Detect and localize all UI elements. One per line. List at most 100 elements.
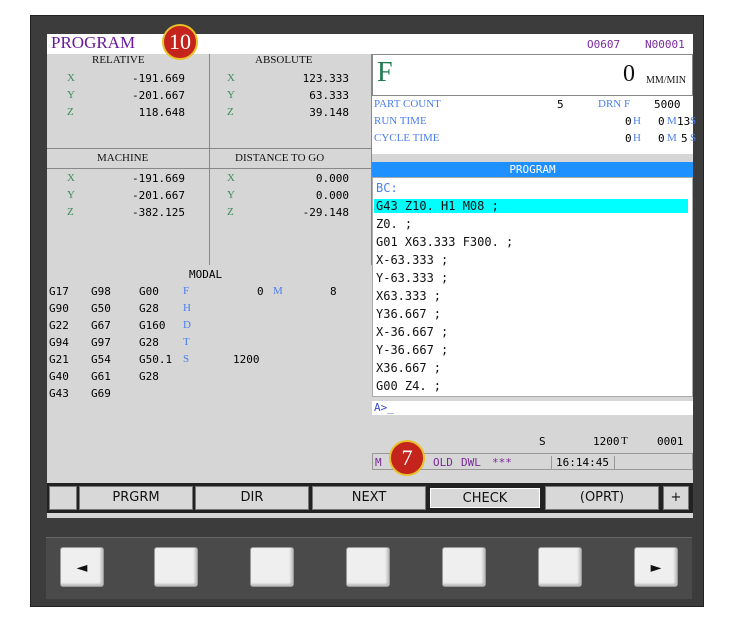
modal-gcode: G17	[49, 285, 69, 298]
modal-f-label: F	[183, 285, 190, 297]
modal-gcode: G160	[139, 319, 166, 332]
hw-softkey-3[interactable]	[346, 547, 390, 587]
distance-y-axis: Y	[227, 189, 235, 201]
absolute-x-value: 123.333	[302, 72, 349, 85]
cycle-time-label: CYCLE TIME	[374, 132, 440, 144]
run-minutes: 0	[658, 115, 665, 128]
program-line[interactable]: G01 X63.333 F300. ;	[376, 235, 513, 249]
hardware-softkey-row: ◄ ►	[46, 537, 692, 599]
relative-z-value: 118.648	[138, 106, 185, 119]
absolute-x-axis: X	[227, 72, 235, 84]
hw-softkey-5[interactable]	[538, 547, 582, 587]
program-line[interactable]: X-63.333 ;	[376, 253, 448, 267]
machine-z-axis: Z	[67, 206, 74, 218]
program-line[interactable]: X36.667 ;	[376, 361, 441, 375]
part-count-label: PART COUNT	[374, 98, 441, 110]
cycle-hours: 0	[625, 132, 632, 145]
distance-title: DISTANCE TO GO	[235, 152, 325, 164]
absolute-y-axis: Y	[227, 89, 235, 101]
clock-time: 16:14:45	[551, 456, 615, 469]
softkey-check[interactable]: CHECK	[428, 486, 542, 510]
program-line[interactable]: X63.333 ;	[376, 289, 441, 303]
relative-x-value: -191.669	[132, 72, 185, 85]
distance-z-axis: Z	[227, 206, 234, 218]
softkey-bar: PRGRM DIR NEXT CHECK (OPRT) +	[47, 483, 693, 513]
softkey-dir[interactable]: DIR	[195, 486, 309, 510]
relative-y-value: -201.667	[132, 89, 185, 102]
machine-x-axis: X	[67, 172, 75, 184]
hw-softkey-2[interactable]	[250, 547, 294, 587]
softkey-prgrm[interactable]: PRGRM	[79, 486, 193, 510]
program-line[interactable]: BC:	[376, 181, 398, 195]
machine-title: MACHINE	[97, 152, 149, 164]
program-line[interactable]: G00 Z4. ;	[376, 379, 441, 393]
distance-x-value: 0.000	[315, 172, 349, 185]
input-line[interactable]: A>_	[372, 401, 693, 415]
softkey-next-menu[interactable]: +	[663, 486, 689, 510]
program-line[interactable]: Y36.667 ;	[376, 307, 441, 321]
program-line[interactable]: Z0. ;	[376, 217, 412, 231]
modal-gcode: G67	[91, 319, 111, 332]
modal-gcode: G98	[91, 285, 111, 298]
sequence-number: N00001	[645, 38, 685, 51]
machine-x-value: -191.669	[132, 172, 185, 185]
distance-x-axis: X	[227, 172, 235, 184]
modal-gcode: G28	[139, 302, 159, 315]
hw-softkey-4[interactable]	[442, 547, 486, 587]
cycle-seconds: 5	[681, 132, 688, 145]
modal-gcode: G40	[49, 370, 69, 383]
program-line[interactable]: Y-36.667 ;	[376, 343, 448, 357]
modal-gcode: G61	[91, 370, 111, 383]
run-seconds: 13	[677, 115, 691, 128]
mode-text: OLD	[433, 456, 453, 469]
modal-gcode: G50.1	[139, 353, 173, 366]
program-line[interactable]: X-36.667 ;	[376, 325, 448, 339]
tool-label: T	[621, 435, 628, 447]
cnc-screen: PROGRAM O0607 N00001 RELATIVE X -191.669…	[47, 24, 697, 518]
drnf-label: DRN F	[598, 98, 631, 110]
left-arrow-icon: ◄	[76, 560, 88, 576]
cnc-panel-frame: PROGRAM O0607 N00001 RELATIVE X -191.669…	[30, 15, 704, 607]
part-count-value: 5	[557, 98, 564, 111]
modal-gcode: G43	[49, 387, 69, 400]
screen-title: PROGRAM	[51, 33, 136, 52]
run-hours-unit: H	[633, 115, 641, 127]
relative-y-axis: Y	[67, 89, 75, 101]
hw-softkey-1[interactable]	[154, 547, 198, 587]
program-panel-title: PROGRAM	[372, 162, 693, 177]
modal-gcode: G28	[139, 336, 159, 349]
program-number: O0607	[587, 38, 621, 51]
hw-right-button[interactable]: ►	[634, 547, 678, 587]
absolute-title: ABSOLUTE	[255, 54, 313, 66]
program-listing[interactable]: BC: G43 Z10. H1 M08 ; Z0. ; G01 X63.333 F30…	[372, 177, 693, 397]
softkey-next[interactable]: NEXT	[312, 486, 426, 510]
modal-panel: MODAL G17 G98 G00 G90 G50 G28 G22 G67 G160 G94 G97…	[47, 266, 372, 476]
feed-value: 0	[623, 61, 635, 87]
modal-gcode: G94	[49, 336, 69, 349]
modal-gcode: G22	[49, 319, 69, 332]
hw-left-button[interactable]: ◄	[60, 547, 104, 587]
absolute-y-value: 63.333	[309, 89, 349, 102]
run-hours: 0	[625, 115, 632, 128]
modal-gcode: G69	[91, 387, 111, 400]
machine-y-axis: Y	[67, 189, 75, 201]
absolute-z-value: 39.148	[309, 106, 349, 119]
modal-h-label: H	[183, 302, 191, 314]
cycle-seconds-unit: S	[690, 132, 697, 144]
relative-z-axis: Z	[67, 106, 74, 118]
spindle-label: S	[539, 435, 546, 448]
softkey-left-return[interactable]	[49, 486, 77, 510]
modal-f-value: 0	[257, 285, 264, 298]
modal-m-value: 8	[330, 285, 337, 298]
softkey-oprt[interactable]: (OPRT)	[545, 486, 659, 510]
mode-prefix: M	[375, 456, 382, 469]
machine-z-value: -382.125	[132, 206, 185, 219]
program-line[interactable]: Y-63.333 ;	[376, 271, 448, 285]
modal-s-label: S	[183, 353, 190, 365]
screen-header: PROGRAM O0607 N00001	[47, 33, 693, 54]
feed-label: F	[377, 57, 393, 88]
feed-display: F 0 MM/MIN	[372, 54, 693, 96]
program-line-current[interactable]: G43 Z10. H1 M08 ;	[374, 199, 688, 213]
modal-d-label: D	[183, 319, 191, 331]
relative-x-axis: X	[67, 72, 75, 84]
